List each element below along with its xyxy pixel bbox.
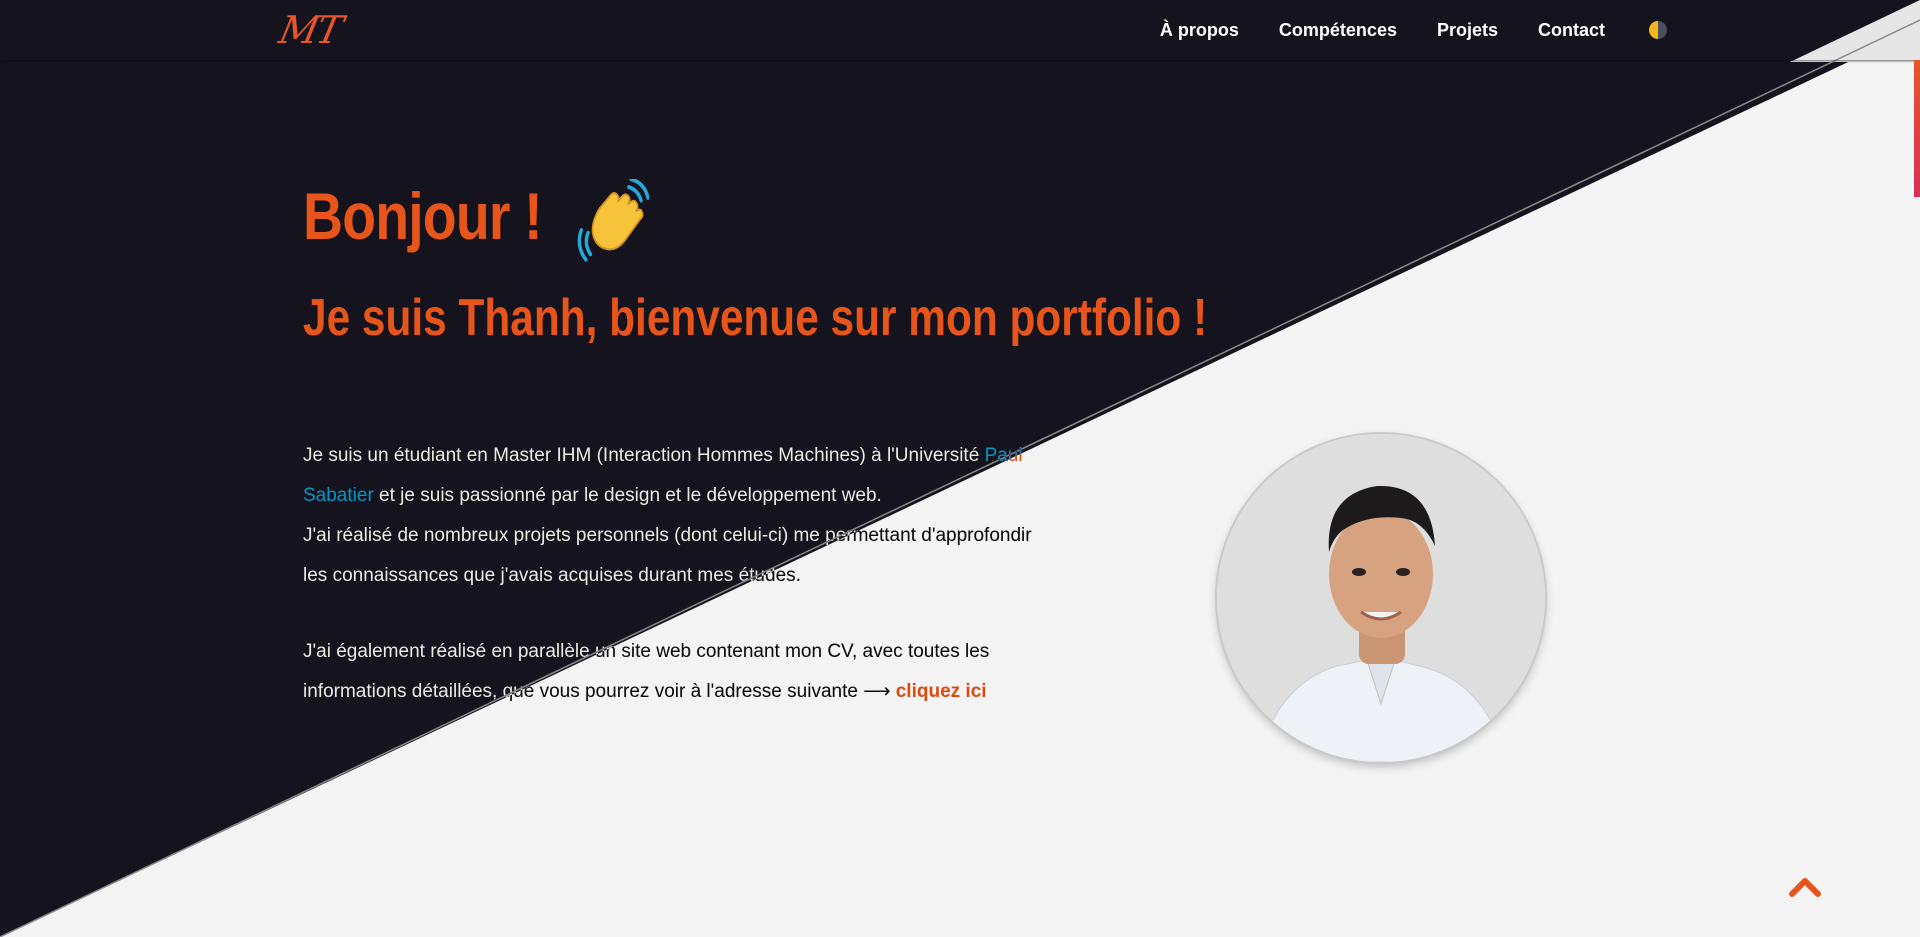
nav-link-projets[interactable]: Projets bbox=[1437, 18, 1498, 42]
chevron-up-icon[interactable] bbox=[1788, 874, 1822, 898]
intro-paragraph-1: Je suis un étudiant en Master IHM (Inter… bbox=[303, 436, 1033, 516]
intro-paragraph-3: J'ai également réalisé en parallèle un s… bbox=[303, 632, 1033, 712]
greeting-text: Bonjour ! bbox=[303, 179, 543, 253]
nav-links: À propos Compétences Projets Contact bbox=[1160, 18, 1667, 42]
navbar: MT À propos Compétences Projets Contact bbox=[0, 0, 1920, 60]
profile-photo bbox=[1217, 434, 1545, 762]
intro-p3-text: J'ai également réalisé en parallèle un s… bbox=[303, 641, 990, 702]
scroll-progress-indicator bbox=[1914, 60, 1920, 197]
waving-hand-icon bbox=[577, 176, 650, 265]
greeting-heading: Bonjour ! bbox=[303, 166, 650, 266]
nav-link-competences[interactable]: Compétences bbox=[1279, 18, 1397, 42]
hero-greeting-block: Bonjour ! bbox=[303, 166, 715, 266]
welcome-headline: Je suis Thanh, bienvenue sur mon portfol… bbox=[303, 289, 1208, 347]
nav-link-a-propos[interactable]: À propos bbox=[1160, 18, 1239, 42]
intro-p1-text: Je suis un étudiant en Master IHM (Inter… bbox=[303, 445, 985, 466]
logo[interactable]: MT bbox=[275, 6, 345, 54]
intro-p1-text-end: et je suis passionné par le design et le… bbox=[373, 485, 882, 506]
intro-paragraph-2: J'ai réalisé de nombreux projets personn… bbox=[303, 525, 1032, 586]
nav-link-contact[interactable]: Contact bbox=[1538, 18, 1605, 42]
theme-toggle-icon[interactable] bbox=[1649, 21, 1667, 39]
cv-link[interactable]: cliquez ici bbox=[896, 681, 987, 702]
intro-text: Je suis un étudiant en Master IHM (Inter… bbox=[303, 436, 1033, 712]
